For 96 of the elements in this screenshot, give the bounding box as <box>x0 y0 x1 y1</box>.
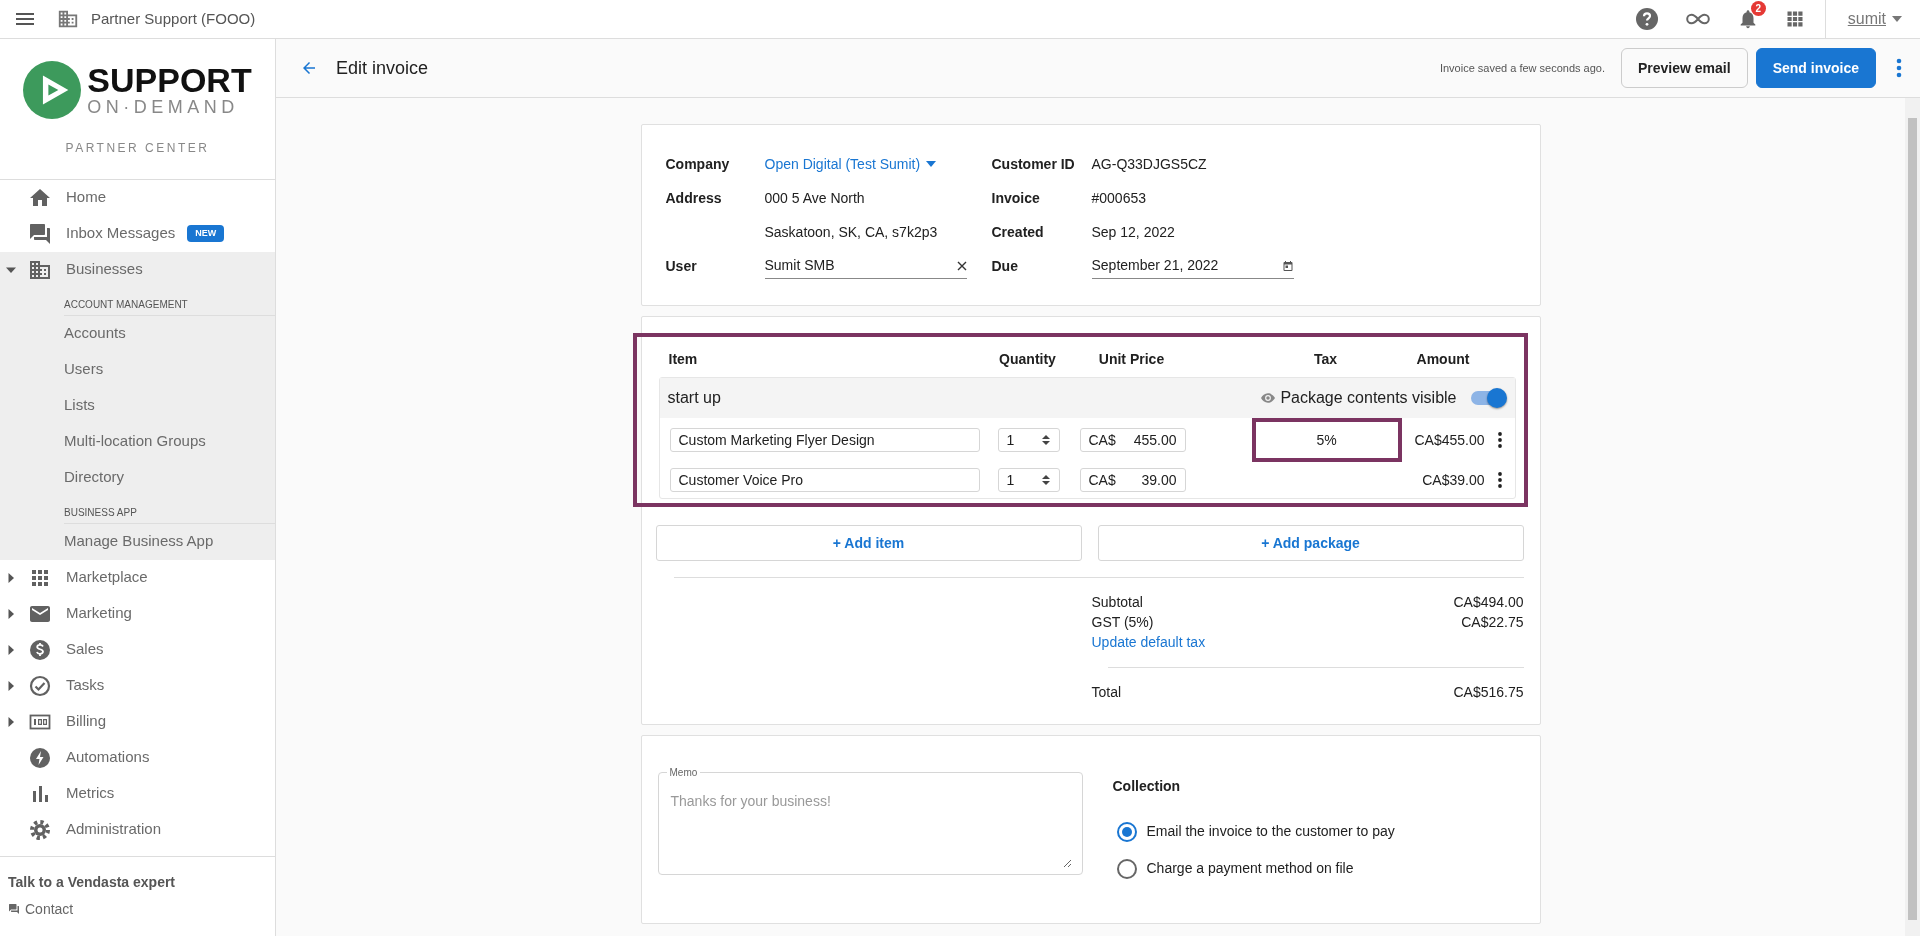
bolt-icon <box>28 745 52 770</box>
chat-icon <box>8 903 20 915</box>
send-button[interactable]: Send invoice <box>1755 48 1876 88</box>
logo-subtitle: PARTNER CENTER <box>65 140 210 157</box>
nav-subitem[interactable]: Users <box>0 351 275 388</box>
item-name-field[interactable]: Custom Marketing Flyer Design <box>669 428 980 452</box>
logo-icon <box>23 61 82 119</box>
nav-subitem[interactable]: Directory <box>0 459 275 496</box>
item-name-field[interactable]: Customer Voice Pro <box>669 468 980 492</box>
nav-item[interactable]: Inbox Messages NEW <box>0 215 275 252</box>
column-header: Quantity <box>998 349 1057 369</box>
nav-item[interactable]: Marketplace <box>0 559 275 596</box>
price-field[interactable]: CA$ 455.00 <box>1079 428 1186 452</box>
radio-button[interactable] <box>1116 821 1137 842</box>
price-field[interactable]: CA$ 39.00 <box>1079 468 1186 492</box>
caret-icon <box>926 161 937 167</box>
contact-link[interactable]: Contact <box>8 898 74 920</box>
logo-text: SUPPORT <box>87 63 252 97</box>
help-icon[interactable] <box>1634 7 1659 31</box>
field-value: AG-Q33DJGS5CZ <box>1091 154 1208 174</box>
column-header: Tax <box>1312 349 1339 369</box>
option-label: Charge a payment method on file <box>1146 859 1354 878</box>
more-icon[interactable] <box>1497 432 1502 448</box>
nav-item[interactable]: Sales <box>0 631 275 668</box>
field-label: Invoice <box>991 188 1041 208</box>
caret-icon <box>1892 16 1902 22</box>
quantity-field[interactable]: 1 <box>997 428 1060 452</box>
nav-item[interactable]: Home <box>0 179 275 216</box>
notification-badge: 2 <box>1750 1 1766 16</box>
total-value: CA$516.75 <box>1453 683 1524 702</box>
field-label: Customer ID <box>991 154 1076 174</box>
dollar-icon <box>28 637 52 662</box>
logo-tagline: ON·DEMAND <box>87 97 240 117</box>
nav-subitem[interactable]: Multi-location Groups <box>0 423 275 460</box>
spinner-icon[interactable] <box>1040 474 1051 486</box>
field-label: User <box>665 256 698 276</box>
scrollbar[interactable] <box>1905 98 1920 936</box>
total-label: Total <box>1091 683 1122 702</box>
section-heading: BUSINESS APP <box>64 495 275 524</box>
field-label: Created <box>991 222 1045 242</box>
chat-icon <box>28 221 52 246</box>
nav-item[interactable]: Billing <box>0 703 275 740</box>
add-item-button[interactable]: + Add item <box>655 525 1082 561</box>
date-field[interactable]: September 21, 2022 <box>1091 253 1294 279</box>
more-icon[interactable] <box>1497 472 1502 488</box>
nav-subitem[interactable]: Accounts <box>0 315 275 352</box>
radio-button[interactable] <box>1116 858 1137 879</box>
nav-item[interactable]: Businesses <box>0 251 275 288</box>
close-icon[interactable] <box>956 260 967 271</box>
nav-subitem[interactable]: Manage Business App <box>0 523 275 560</box>
add-package-button[interactable]: + Add package <box>1097 525 1524 561</box>
field-value: 000 5 Ave North <box>764 188 866 208</box>
total-value: CA$22.75 <box>1461 613 1524 632</box>
calendar-icon[interactable] <box>1281 259 1294 272</box>
page-title: Edit invoice <box>336 56 429 80</box>
field-value: Saskatoon, SK, CA, s7k2p3 <box>764 222 939 242</box>
eye-icon <box>1261 393 1276 403</box>
amount-value: CA$455.00 <box>1413 430 1485 450</box>
save-status: Invoice saved a few seconds ago. <box>1439 60 1605 76</box>
nav-item[interactable]: Marketing <box>0 595 275 632</box>
field-label: Company <box>665 154 731 174</box>
nav-subitem[interactable]: Lists <box>0 387 275 424</box>
new-badge: NEW <box>187 224 225 243</box>
field-label: Address <box>665 188 723 208</box>
column-header: Amount <box>1415 349 1471 369</box>
section-title: Collection <box>1112 777 1182 796</box>
check-circle-icon <box>28 673 52 698</box>
amount-value: CA$39.00 <box>1421 470 1485 490</box>
preview-button[interactable]: Preview email <box>1621 48 1748 88</box>
field-value: #000653 <box>1091 188 1147 208</box>
total-label: Subtotal <box>1091 593 1143 612</box>
update-tax-link[interactable]: Update default tax <box>1091 634 1206 650</box>
quantity-field[interactable]: 1 <box>997 468 1060 492</box>
account-name[interactable]: Partner Support (FOOO) <box>91 7 256 31</box>
package-name: start up <box>667 388 721 408</box>
user-field[interactable]: Sumit SMB <box>764 253 967 279</box>
total-label: GST (5%) <box>1091 613 1154 632</box>
nav-item[interactable]: Administration <box>0 811 275 848</box>
company-dropdown[interactable]: Open Digital (Test Sumit) <box>764 153 992 175</box>
visibility-label: Package contents visible <box>1280 388 1457 408</box>
building-icon <box>57 8 79 30</box>
help-title: Talk to a Vendasta expert <box>8 872 177 892</box>
field-label: Due <box>991 256 1019 276</box>
nav-item[interactable]: Automations <box>0 739 275 776</box>
tax-value: 5% <box>1316 430 1337 450</box>
field-value: Sep 12, 2022 <box>1091 222 1176 242</box>
nav-item[interactable]: Metrics <box>0 775 275 812</box>
gear-icon <box>28 817 52 842</box>
spinner-icon[interactable] <box>1040 434 1051 446</box>
option-label: Email the invoice to the customer to pay <box>1146 822 1395 841</box>
user-menu[interactable]: sumit <box>1824 0 1920 39</box>
total-value: CA$494.00 <box>1453 593 1524 612</box>
nav-item[interactable]: Tasks <box>0 667 275 704</box>
column-header: Unit Price <box>1097 349 1166 369</box>
section-heading: ACCOUNT MANAGEMENT <box>64 287 275 316</box>
column-header: Item <box>668 349 699 369</box>
